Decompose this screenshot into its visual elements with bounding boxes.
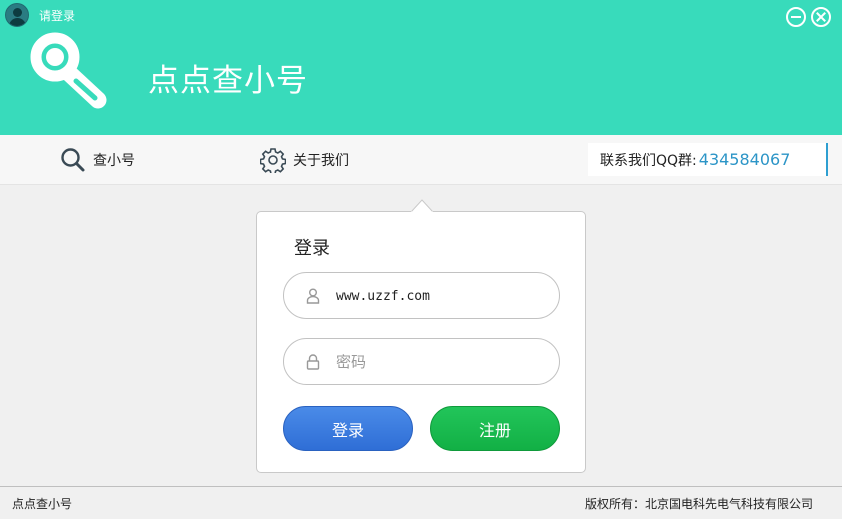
username-field[interactable] (283, 272, 560, 319)
search-icon (61, 148, 85, 172)
minimize-button[interactable] (786, 7, 806, 27)
nav-item-label: 关于我们 (293, 153, 349, 169)
register-button[interactable]: 注册 (430, 406, 560, 451)
qq-group-info: 联系我们QQ群: 434584067 (588, 143, 828, 176)
nav-item-label: 查小号 (93, 153, 135, 169)
copyright-text: 版权所有：北京国电科先电气科技有限公司 (584, 497, 813, 511)
username-input[interactable] (336, 283, 546, 309)
close-button[interactable] (811, 7, 831, 27)
password-input[interactable] (336, 349, 546, 375)
user-avatar-icon[interactable] (5, 3, 29, 27)
status-bar: 点点查小号 版权所有：北京国电科先电气科技有限公司 (0, 486, 842, 519)
login-heading: 登录 (294, 238, 330, 259)
app-header: 请登录 点点查小号 (0, 0, 842, 135)
gear-icon (260, 148, 286, 173)
user-icon (306, 288, 320, 304)
nav-item-about[interactable]: 关于我们 (260, 135, 349, 185)
nav-item-search[interactable]: 查小号 (60, 135, 135, 185)
status-app-name: 点点查小号 (12, 497, 73, 511)
magnifier-logo-icon (30, 32, 107, 109)
lock-icon (306, 354, 320, 370)
app-title: 点点查小号 (148, 63, 308, 99)
login-panel: 登录 登录 注册 (256, 211, 586, 473)
qq-number[interactable]: 434584067 (699, 150, 791, 169)
window-title: 请登录 (39, 9, 76, 23)
qq-label: 联系我们QQ群: (600, 152, 697, 169)
nav-bar: 查小号 关于我们 联系我们QQ群: 434584067 (0, 135, 842, 185)
password-field[interactable] (283, 338, 560, 385)
login-button[interactable]: 登录 (283, 406, 413, 451)
